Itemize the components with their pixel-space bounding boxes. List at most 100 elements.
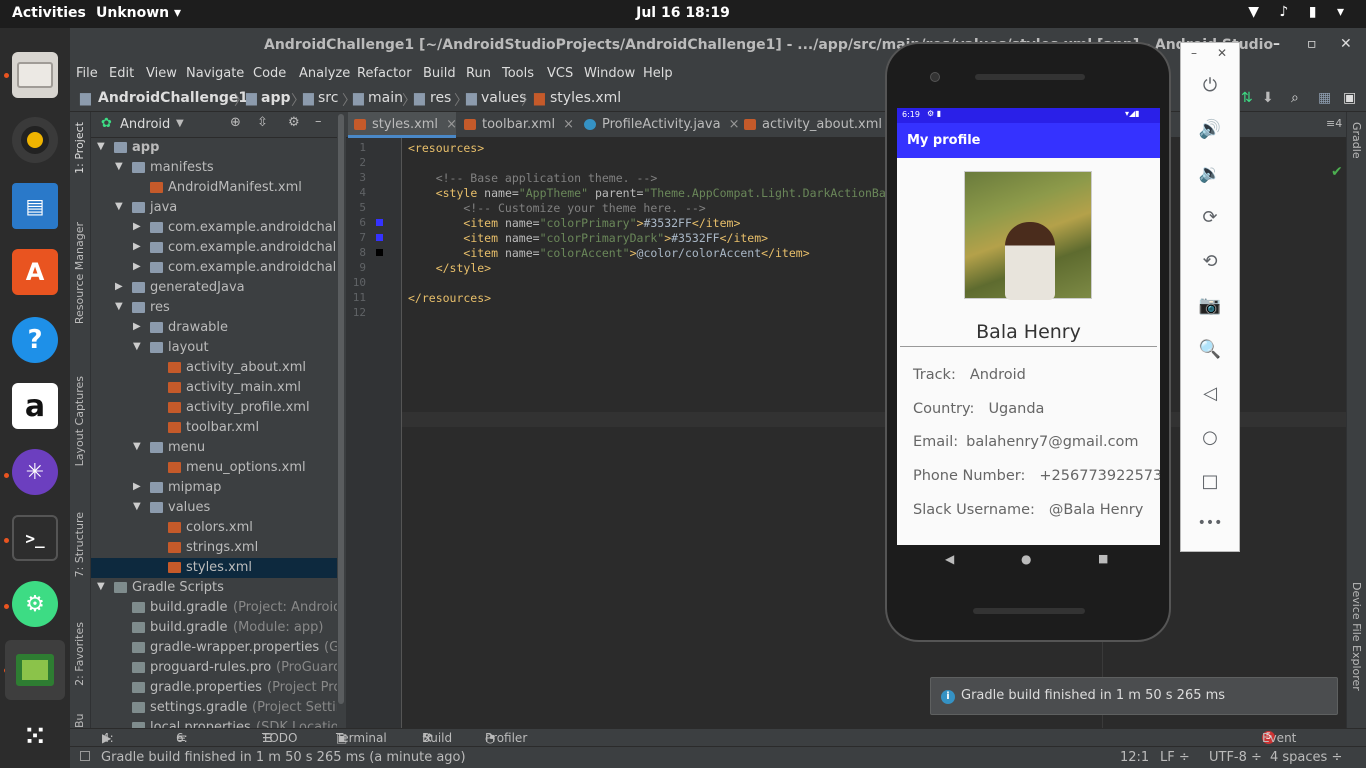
tree-item[interactable]: gradle-wrapper.properties (Gradle Version… <box>91 638 337 658</box>
hide-icon[interactable]: – <box>315 114 322 129</box>
emulator-close-button[interactable]: ✕ <box>1217 46 1227 60</box>
tree-item[interactable]: settings.gradle (Project Settings) <box>91 698 337 718</box>
sync-icon[interactable]: ⇅ <box>1241 90 1253 106</box>
tree-item[interactable]: toolbar.xml <box>91 418 337 438</box>
breadcrumb-res[interactable]: res <box>430 90 451 106</box>
show-apps-icon[interactable]: ⁙ <box>12 714 58 760</box>
code-line[interactable]: </resources> <box>408 291 491 306</box>
tree-item[interactable]: activity_about.xml <box>91 358 337 378</box>
menu-build[interactable]: Build <box>423 66 456 81</box>
layout-icon[interactable]: ▣ <box>1343 90 1356 106</box>
tree-item[interactable]: menu_options.xml <box>91 458 337 478</box>
chevron-right-icon[interactable]: ▶ <box>115 281 123 292</box>
tree-item[interactable]: activity_profile.xml <box>91 398 337 418</box>
tree-item[interactable]: colors.xml <box>91 518 337 538</box>
tab-editor-file[interactable]: styles.xml × <box>348 112 457 138</box>
tab-resource-manager[interactable]: Resource Manager <box>73 222 86 324</box>
tree-item[interactable]: build.gradle (Module: app) <box>91 618 337 638</box>
close-tab-icon[interactable]: × <box>563 117 574 132</box>
tree-item[interactable]: ▶ com.example.androidchallenge1 <box>91 238 337 258</box>
power-icon[interactable]: ⏻ <box>1181 75 1239 96</box>
tab-structure[interactable]: 7: Structure <box>73 512 86 577</box>
build-notification[interactable]: i Gradle build finished in 1 m 50 s 265 … <box>930 677 1338 715</box>
menu-view[interactable]: View <box>146 66 177 81</box>
minimize-button[interactable]: – <box>1273 36 1280 52</box>
chevron-down-icon[interactable]: ▼ <box>115 161 123 172</box>
rhythmbox-icon[interactable] <box>12 117 58 163</box>
emulator-icon[interactable] <box>5 640 65 700</box>
rotate-right-icon[interactable]: ⟲ <box>1181 251 1239 272</box>
code-line[interactable]: <item name="colorAccent">@color/colorAcc… <box>408 246 809 261</box>
chevron-right-icon[interactable]: ▶ <box>133 261 141 272</box>
tree-item[interactable]: ▼ Gradle Scripts <box>91 578 337 598</box>
terminal-icon[interactable]: >_ <box>12 515 58 561</box>
tab-editor-file[interactable]: ProfileActivity.java × <box>578 112 739 138</box>
tree-item[interactable]: ▶ com.example.androidchallenge1 <box>91 218 337 238</box>
chevron-down-icon[interactable]: ▼ <box>115 301 123 312</box>
tab-device-file-explorer[interactable]: Device File Explorer <box>1350 582 1363 691</box>
chevron-right-icon[interactable]: ▶ <box>133 481 141 492</box>
tree-item[interactable]: activity_main.xml <box>91 378 337 398</box>
menu-edit[interactable]: Edit <box>109 66 134 81</box>
help-icon[interactable]: ? <box>12 317 58 363</box>
tree-item[interactable]: ▼ res <box>91 298 337 318</box>
code-line[interactable]: <!-- Base application theme. --> <box>408 171 658 186</box>
breadcrumb-values[interactable]: values <box>481 90 527 106</box>
tree-item[interactable]: ▼ app <box>91 138 337 158</box>
menu-code[interactable]: Code <box>253 66 286 81</box>
menu-file[interactable]: File <box>76 66 98 81</box>
menu-help[interactable]: Help <box>643 66 673 81</box>
tree-item[interactable]: ▶ mipmap <box>91 478 337 498</box>
breadcrumb-src[interactable]: src <box>318 90 338 106</box>
tab-favorites[interactable]: 2: Favorites <box>73 622 86 686</box>
code-line[interactable]: <!-- Customize your theme here. --> <box>408 201 705 216</box>
code-line[interactable]: </style> <box>408 261 491 276</box>
chevron-down-icon[interactable]: ▼ <box>97 581 105 592</box>
code-text[interactable]: <resources> <!-- Base application theme.… <box>408 138 888 728</box>
chevron-right-icon[interactable]: ▶ <box>133 241 141 252</box>
recents-nav-icon[interactable]: ■ <box>1098 552 1108 565</box>
color-swatch[interactable] <box>376 219 383 226</box>
menu-analyze[interactable]: Analyze <box>299 66 350 81</box>
line-separator[interactable]: LF ÷ <box>1160 750 1190 765</box>
menu-run[interactable]: Run <box>466 66 491 81</box>
tab-layout-captures[interactable]: Layout Captures <box>73 376 86 466</box>
sdk-manager-icon[interactable]: ⬇ <box>1262 90 1274 106</box>
code-line[interactable]: <style name="AppTheme" parent="Theme.App… <box>408 186 888 201</box>
more-icon[interactable]: ••• <box>1181 515 1239 531</box>
tree-item[interactable]: ▶ com.example.androidchallenge1 <box>91 258 337 278</box>
tab-editor-file[interactable]: toolbar.xml × <box>458 112 576 138</box>
project-view-select[interactable]: Android <box>120 117 170 132</box>
color-swatch[interactable] <box>376 234 383 241</box>
breadcrumb-file[interactable]: styles.xml <box>550 90 621 106</box>
tab-gradle[interactable]: Gradle <box>1350 122 1363 159</box>
gear-icon[interactable]: ⚙ <box>288 115 300 130</box>
tree-item[interactable]: strings.xml <box>91 538 337 558</box>
clock[interactable]: Jul 16 18:19 <box>0 5 1366 21</box>
zoom-icon[interactable]: 🔍 <box>1181 339 1239 360</box>
tree-item[interactable]: ▼ java <box>91 198 337 218</box>
tree-item[interactable]: gradle.properties (Project Properties) <box>91 678 337 698</box>
caret-position[interactable]: 12:1 <box>1120 750 1149 765</box>
breadcrumb-app[interactable]: app <box>261 90 291 106</box>
code-line[interactable]: <item name="colorPrimaryDark">#3532FF</i… <box>408 231 768 246</box>
menu-tools[interactable]: Tools <box>502 66 534 81</box>
maximize-button[interactable]: ▫ <box>1307 36 1317 52</box>
menu-window[interactable]: Window <box>584 66 635 81</box>
tree-scrollbar[interactable] <box>337 112 346 728</box>
close-tab-icon[interactable]: × <box>446 117 457 132</box>
tree-item[interactable]: ▼ menu <box>91 438 337 458</box>
android-studio-icon[interactable]: ⚙ <box>12 581 58 627</box>
device-screen[interactable]: 6:19 ⚙ ▮ ▾◢▮ My profile Bala Henry Track… <box>897 108 1160 545</box>
tab-build-variants[interactable]: Build Variants <box>73 714 86 728</box>
chevron-down-icon[interactable]: ▼ <box>133 441 141 452</box>
overview-icon[interactable]: □ <box>1181 471 1239 492</box>
files-icon[interactable] <box>12 52 58 98</box>
project-structure-icon[interactable]: ▦ <box>1318 90 1331 106</box>
locate-icon[interactable]: ⊕ <box>230 115 241 130</box>
camera-icon[interactable]: 📷 <box>1181 295 1239 316</box>
code-line[interactable]: <resources> <box>408 141 484 156</box>
status-message[interactable]: Gradle build finished in 1 m 50 s 265 ms… <box>101 750 466 765</box>
volume-up-icon[interactable]: 🔊 <box>1181 119 1239 140</box>
tree-item[interactable]: build.gradle (Project: AndroidChallenge1) <box>91 598 337 618</box>
